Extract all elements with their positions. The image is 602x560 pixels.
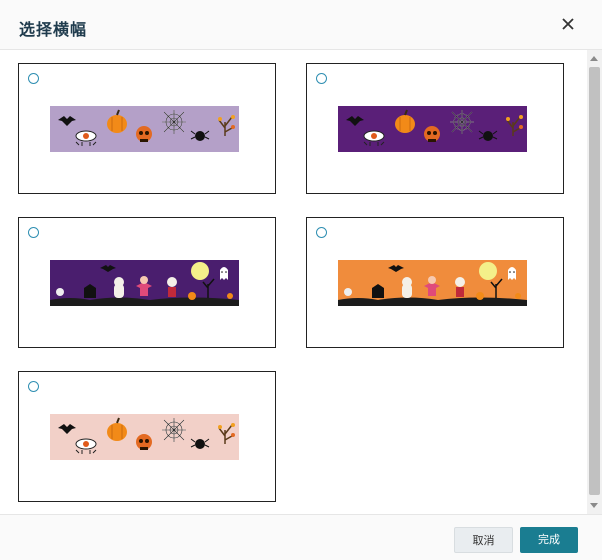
close-icon[interactable] — [558, 14, 578, 34]
banner-radio-4[interactable] — [316, 227, 327, 238]
banner-option-5[interactable] — [18, 371, 276, 502]
dialog-footer: 取消 完成 — [0, 514, 602, 560]
scroll-up-arrow-icon[interactable] — [590, 56, 598, 61]
banner-option-1[interactable] — [18, 63, 276, 194]
scroll-down-arrow-icon[interactable] — [590, 503, 598, 508]
banner-option-3[interactable] — [18, 217, 276, 348]
dialog-header: 选择横幅 — [0, 0, 602, 50]
scrollbar[interactable] — [587, 50, 602, 514]
banner-image-5 — [50, 414, 239, 460]
select-banner-dialog: 选择横幅 取消 完成 — [0, 0, 602, 560]
cancel-button[interactable]: 取消 — [454, 527, 513, 553]
scrollbar-thumb[interactable] — [589, 67, 600, 495]
banner-image-3 — [50, 260, 239, 306]
banner-image-4 — [338, 260, 527, 306]
banner-image-1 — [50, 106, 239, 152]
banner-radio-3[interactable] — [28, 227, 39, 238]
banner-radio-1[interactable] — [28, 73, 39, 84]
banner-option-4[interactable] — [306, 217, 564, 348]
banner-option-2[interactable] — [306, 63, 564, 194]
dialog-title: 选择横幅 — [19, 22, 88, 39]
done-button[interactable]: 完成 — [520, 527, 578, 553]
banner-image-2 — [338, 106, 527, 152]
banner-radio-5[interactable] — [28, 381, 39, 392]
banner-radio-2[interactable] — [316, 73, 327, 84]
banner-grid — [0, 50, 602, 514]
